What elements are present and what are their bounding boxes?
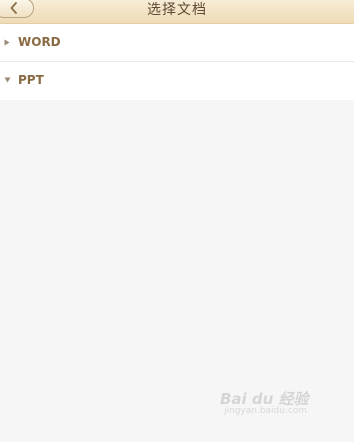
baidu-watermark: Bai du 经验 jingyan.baidu.com: [220, 386, 330, 420]
group-label-word: WORD: [18, 35, 61, 49]
watermark-sub: jingyan.baidu.com: [224, 406, 308, 416]
group-ppt[interactable]: PPT: [0, 62, 354, 100]
caret-down-icon: [4, 77, 11, 83]
caret-right-icon: [4, 39, 10, 46]
page-title: 选择文档: [147, 2, 207, 18]
group-word[interactable]: WORD: [0, 24, 354, 62]
group-label-ppt: PPT: [18, 73, 44, 87]
title-bar: 选择文档: [0, 0, 354, 24]
document-group-list: WORD PPT: [0, 24, 354, 100]
